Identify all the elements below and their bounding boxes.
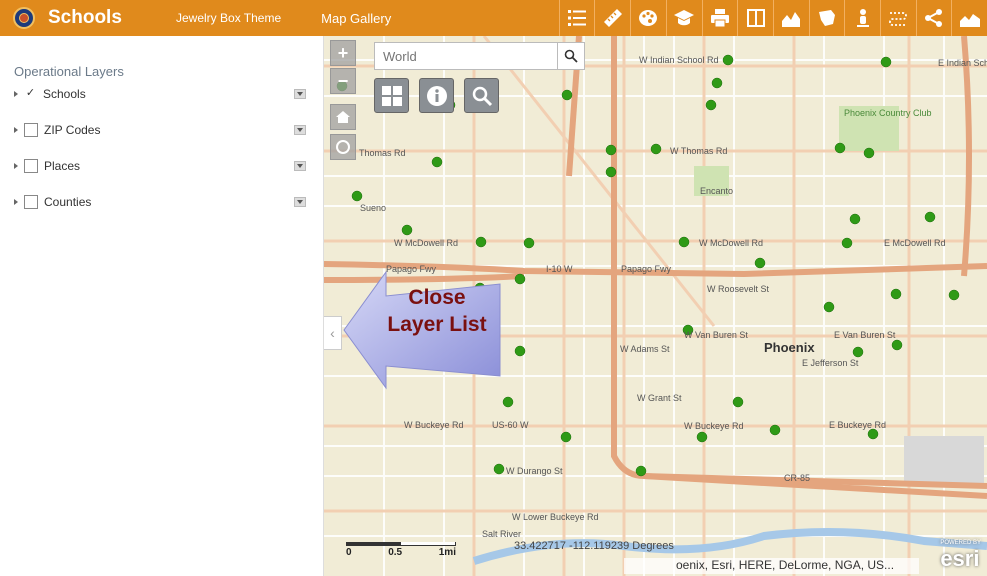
map-road-label: E Van Buren St — [834, 330, 896, 340]
app-title: Schools — [48, 7, 122, 28]
coordinate-readout: 33.422717 -112.119239 Degrees — [514, 540, 674, 552]
layer-label: Counties — [44, 195, 92, 209]
map-road-label: W Indian School Rd — [639, 55, 719, 65]
map-road-label: Salt River — [482, 529, 521, 539]
compare-icon[interactable] — [737, 0, 773, 36]
esri-brand-text: esri — [940, 546, 980, 571]
zoom-in-button[interactable]: + — [330, 40, 356, 66]
info-button[interactable] — [419, 78, 454, 113]
layer-menu-icon[interactable] — [294, 125, 306, 135]
print-icon[interactable] — [701, 0, 738, 36]
layer-item-schools[interactable]: ✓ Schools — [14, 84, 314, 104]
map-road-label: E Indian School — [938, 58, 987, 68]
map-road-label: E Jefferson St — [802, 358, 859, 368]
layer-checkbox-counties[interactable] — [24, 195, 38, 209]
share-icon[interactable] — [915, 0, 952, 36]
elevation-icon[interactable] — [772, 0, 809, 36]
search-icon — [564, 49, 578, 63]
search-button[interactable] — [557, 42, 584, 70]
map-road-label: W Buckeye Rd — [404, 420, 464, 430]
map-road-label: W Buckeye Rd — [684, 421, 744, 431]
toolbar — [558, 0, 987, 36]
map-road-label: W Thomas Rd — [670, 146, 727, 156]
layer-checkbox-zip-codes[interactable] — [24, 123, 38, 137]
map-road-label: E Buckeye Rd — [829, 420, 886, 430]
directions-icon[interactable] — [879, 0, 916, 36]
legend-icon[interactable] — [558, 0, 595, 36]
person-icon[interactable] — [844, 0, 880, 36]
home-icon — [336, 111, 350, 123]
zoom-out-button[interactable]: − — [330, 68, 356, 94]
attribution-bar[interactable]: oenix, Esri, HERE, DeLorme, NGA, US... — [624, 558, 919, 574]
expand-icon[interactable] — [14, 91, 18, 97]
map-road-label: CR-85 — [784, 473, 810, 483]
panel-title: Operational Layers — [14, 64, 124, 79]
gallery-link[interactable]: Map Gallery — [321, 11, 391, 26]
annotation-line-2: Layer List — [387, 313, 487, 336]
layer-label: Places — [44, 159, 81, 173]
education-icon[interactable] — [665, 0, 702, 36]
layer-checkbox-schools[interactable]: ✓ — [24, 87, 37, 101]
layer-checkbox-places[interactable] — [24, 159, 38, 173]
scale-label: 0.5 — [388, 547, 403, 558]
expand-icon[interactable] — [14, 163, 18, 169]
map-road-label: Phoenix Country Club — [844, 108, 932, 118]
theme-link[interactable]: Jewelry Box Theme — [176, 11, 281, 25]
layer-item-zip-codes[interactable]: ZIP Codes — [14, 120, 314, 140]
layer-menu-icon[interactable] — [294, 89, 306, 99]
magnifier-icon — [472, 86, 492, 106]
map-road-label: W McDowell Rd — [394, 238, 458, 248]
measure-icon[interactable] — [594, 0, 630, 36]
map-road-label: W Grant St — [637, 393, 682, 403]
expand-icon[interactable] — [14, 127, 18, 133]
map-road-label: W Durango St — [506, 466, 563, 476]
grid-icon — [381, 85, 402, 106]
city-label: Phoenix — [764, 340, 815, 355]
map-road-label: Thomas Rd — [359, 148, 406, 158]
layer-item-places[interactable]: Places — [14, 156, 314, 176]
layer-label: ZIP Codes — [44, 123, 101, 137]
map-road-label: W Van Buren St — [684, 330, 748, 340]
find-button[interactable] — [464, 78, 499, 113]
esri-logo: POWERED BY esri — [940, 540, 981, 572]
map-road-label: US-60 W — [492, 420, 529, 430]
locate-button[interactable] — [330, 134, 356, 160]
annotation-line-1: Close — [408, 286, 466, 309]
info-icon — [426, 85, 447, 106]
map-road-label: W Adams St — [620, 344, 670, 354]
profile-icon[interactable] — [951, 0, 987, 36]
expand-icon[interactable] — [14, 199, 18, 205]
annotation-text: Close Layer List — [372, 284, 502, 338]
layer-item-counties[interactable]: Counties — [14, 192, 314, 212]
layer-icon[interactable] — [808, 0, 845, 36]
app-header: Schools Jewelry Box Theme Map Gallery — [0, 0, 987, 36]
scale-label: 0 — [346, 547, 352, 558]
chevron-left-icon: ‹ — [330, 325, 335, 341]
map-road-label: W Lower Buckeye Rd — [512, 512, 599, 522]
layer-menu-icon[interactable] — [294, 161, 306, 171]
map-road-label: W Roosevelt St — [707, 284, 770, 294]
home-button[interactable] — [330, 104, 356, 130]
locate-icon — [336, 140, 350, 154]
scale-bar: 0 0.5 1mi — [346, 542, 456, 558]
map-view[interactable]: W Indian School Rd Thomas Rd W Thomas Rd… — [324, 36, 987, 576]
search-input[interactable] — [375, 44, 557, 68]
basemap-gallery-button[interactable] — [374, 78, 409, 113]
map-road-label: Encanto — [700, 186, 733, 196]
map-road-label: W McDowell Rd — [699, 238, 763, 248]
layer-list-panel: Operational Layers ✓ Schools ZIP Codes P… — [0, 36, 324, 576]
map-road-label: Sueno — [360, 203, 386, 213]
map-road-label: I-10 W — [546, 264, 573, 274]
search-box — [374, 42, 585, 70]
basemap-icon[interactable] — [630, 0, 666, 36]
layer-menu-icon[interactable] — [294, 197, 306, 207]
layer-label: Schools — [43, 87, 86, 101]
city-seal-logo — [13, 7, 35, 29]
map-road-label: Papago Fwy — [621, 264, 672, 274]
scale-label: 1mi — [438, 547, 456, 558]
map-road-label: E McDowell Rd — [884, 238, 946, 248]
